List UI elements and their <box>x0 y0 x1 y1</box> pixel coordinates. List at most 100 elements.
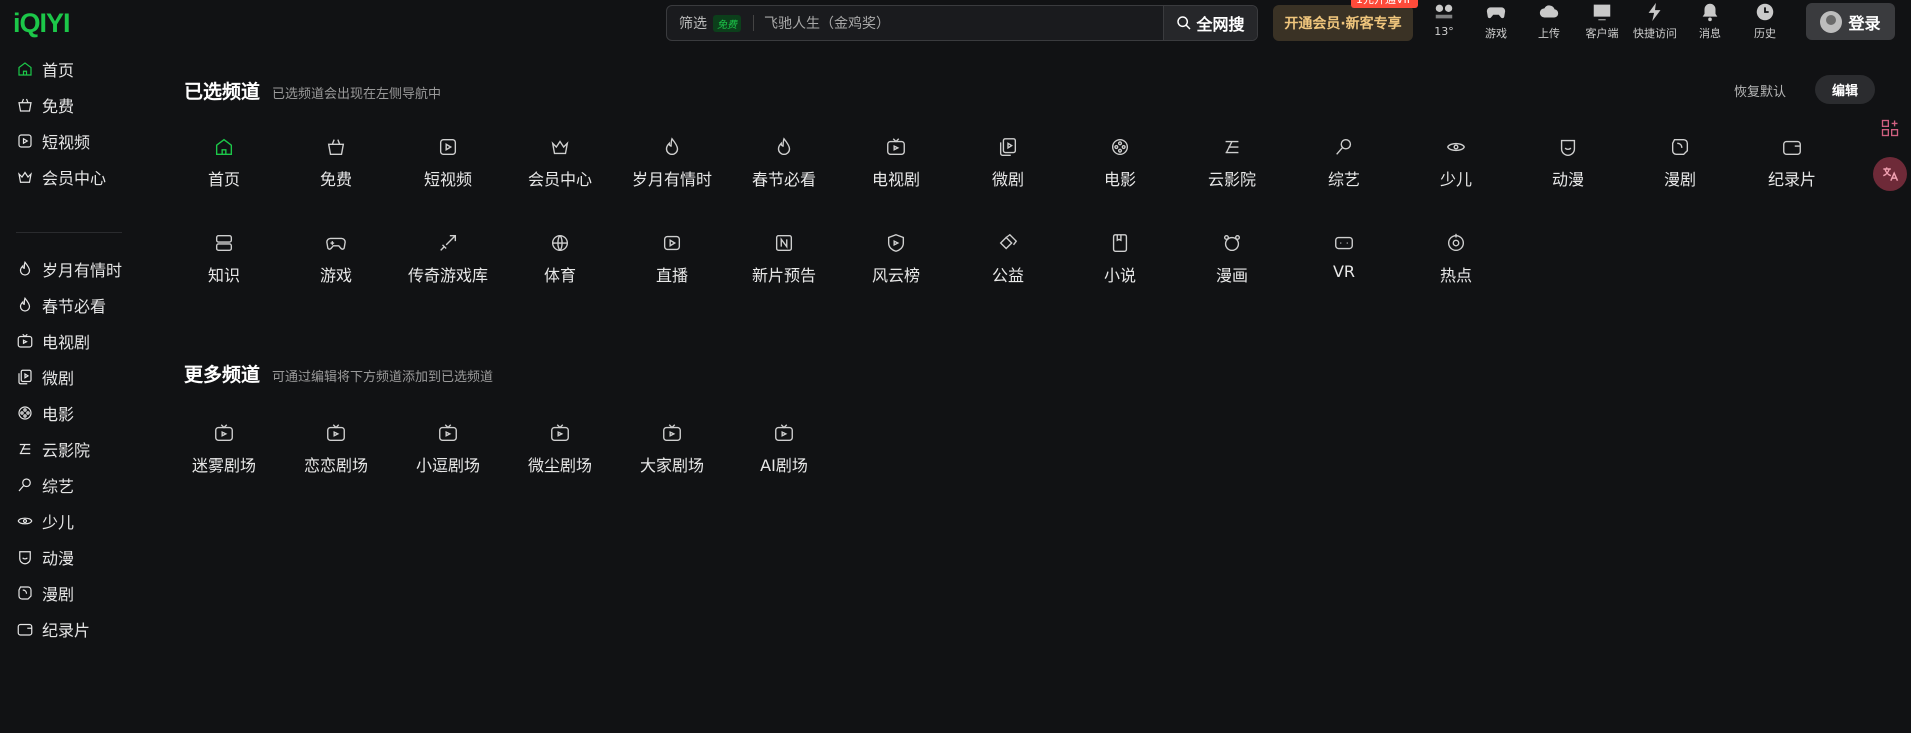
sidebar-item-label: 春节必看 <box>42 297 107 316</box>
edit-button[interactable]: 编辑 <box>1815 75 1875 104</box>
selected-channel-25[interactable]: VR <box>1288 224 1400 294</box>
search-button[interactable]: 全网搜 <box>1163 6 1257 40</box>
play-square-icon <box>439 138 457 156</box>
microphone-icon <box>18 478 31 492</box>
selected-channel-0[interactable]: 首页 <box>168 128 280 198</box>
channel-label: 漫画 <box>1215 266 1248 285</box>
messages-button[interactable]: 消息 <box>1688 1 1732 41</box>
free-tag: 免费 <box>713 14 741 32</box>
selected-channel-16[interactable]: 游戏 <box>280 224 392 294</box>
selected-channel-15[interactable]: 知识 <box>168 224 280 294</box>
channel-label: 大家剧场 <box>639 456 704 475</box>
sidebar-item-variety[interactable]: 综艺 <box>16 470 74 500</box>
download-icon <box>1593 4 1611 21</box>
games-button[interactable]: 游戏 <box>1474 1 1518 41</box>
login-label: 登录 <box>1848 13 1881 33</box>
sidebar-item-documentary[interactable]: 纪录片 <box>16 614 90 644</box>
channel-label: 直播 <box>655 266 688 285</box>
channel-label: 微尘剧场 <box>527 456 592 475</box>
sidebar-item-short-video[interactable]: 短视频 <box>16 126 90 156</box>
selected-channel-20[interactable]: 新片预告 <box>728 224 840 294</box>
sword-icon <box>440 234 457 251</box>
tv-icon <box>439 424 457 442</box>
selected-channel-10[interactable]: 综艺 <box>1288 128 1400 198</box>
client-download-button[interactable]: 客户端 <box>1580 1 1624 41</box>
channel-label: 热点 <box>1439 266 1472 285</box>
more-channel-0[interactable]: 迷雾剧场 <box>168 414 280 484</box>
login-button[interactable]: 登录 <box>1806 3 1895 40</box>
channel-label: 春节必看 <box>751 170 816 189</box>
more-channel-3[interactable]: 微尘剧场 <box>504 414 616 484</box>
sidebar-item-label: 云影院 <box>42 441 91 460</box>
microphone-icon <box>1336 138 1352 155</box>
sidebar-item-spring[interactable]: 春节必看 <box>16 290 106 320</box>
gamepad-icon <box>326 237 346 250</box>
selected-channel-7[interactable]: 微剧 <box>952 128 1064 198</box>
selected-channel-12[interactable]: 动漫 <box>1512 128 1624 198</box>
clock-icon <box>1756 3 1774 21</box>
bear-icon <box>1223 234 1241 252</box>
selected-channel-18[interactable]: 体育 <box>504 224 616 294</box>
selected-channel-8[interactable]: 电影 <box>1064 128 1176 198</box>
selected-channel-11[interactable]: 少儿 <box>1400 128 1512 198</box>
tv-icon <box>327 424 345 442</box>
tv-icon <box>775 424 793 442</box>
sidebar-item-vip-center[interactable]: 会员中心 <box>16 162 106 192</box>
sidebar-item-free[interactable]: 免费 <box>16 90 74 120</box>
weather-button[interactable]: 13° <box>1422 1 1466 38</box>
selected-channel-1[interactable]: 免费 <box>280 128 392 198</box>
sidebar-item-comic-drama[interactable]: 漫剧 <box>16 578 74 608</box>
upload-button[interactable]: 上传 <box>1527 1 1571 41</box>
filter-button[interactable]: 筛选 <box>679 13 707 33</box>
sidebar-item-label: 综艺 <box>42 477 75 496</box>
selected-channel-19[interactable]: 直播 <box>616 224 728 294</box>
sidebar-item-cloud-cinema[interactable]: 云影院 <box>16 434 90 464</box>
search-button-label: 全网搜 <box>1196 15 1245 34</box>
selected-channel-24[interactable]: 漫画 <box>1176 224 1288 294</box>
selected-channel-23[interactable]: 小说 <box>1064 224 1176 294</box>
more-channel-4[interactable]: 大家剧场 <box>616 414 728 484</box>
selected-channel-17[interactable]: 传奇游戏库 <box>392 224 504 294</box>
selected-channel-13[interactable]: 漫剧 <box>1624 128 1736 198</box>
selected-channel-5[interactable]: 春节必看 <box>728 128 840 198</box>
selected-channel-6[interactable]: 电视剧 <box>840 128 952 198</box>
more-channel-5[interactable]: AI剧场 <box>728 414 840 484</box>
sidebar-item-kids[interactable]: 少儿 <box>16 506 74 536</box>
lightning-icon <box>1648 2 1661 22</box>
selected-channel-26[interactable]: 热点 <box>1400 224 1512 294</box>
selected-channel-22[interactable]: 公益 <box>952 224 1064 294</box>
history-button[interactable]: 历史 <box>1743 1 1787 41</box>
sidebar-item-movie[interactable]: 电影 <box>16 398 74 428</box>
more-channels-title: 更多频道 <box>184 364 261 386</box>
selected-channel-21[interactable]: 风云榜 <box>840 224 952 294</box>
sidebar-item-anime[interactable]: 动漫 <box>16 542 74 572</box>
search-input[interactable]: 飞驰人生（金鸡奖） <box>764 13 1163 33</box>
games-label: 游戏 <box>1485 27 1507 40</box>
more-channel-2[interactable]: 小逗剧场 <box>392 414 504 484</box>
selected-channel-2[interactable]: 短视频 <box>392 128 504 198</box>
sidebar-item-tv[interactable]: 电视剧 <box>16 326 90 356</box>
channel-label: VR <box>1332 262 1356 281</box>
more-channel-1[interactable]: 恋恋剧场 <box>280 414 392 484</box>
crown-icon <box>18 171 32 183</box>
selected-channel-9[interactable]: 云影院 <box>1176 128 1288 198</box>
selected-channel-14[interactable]: 纪录片 <box>1736 128 1848 198</box>
iqiyi-logo[interactable]: iQIYI <box>13 9 81 37</box>
customize-float-button[interactable] <box>1873 111 1907 145</box>
new-badge-icon <box>775 234 793 252</box>
sidebar-item-suiyue[interactable]: 岁月有情时 <box>16 254 122 284</box>
channel-label: 游戏 <box>319 266 352 285</box>
camera-icon <box>17 623 33 636</box>
selected-channel-4[interactable]: 岁月有情时 <box>616 128 728 198</box>
sidebar-item-label: 电影 <box>42 405 75 424</box>
messages-label: 消息 <box>1699 27 1721 40</box>
quick-access-button[interactable]: 快捷访问 <box>1633 1 1677 41</box>
sidebar-item-label: 纪录片 <box>42 621 91 640</box>
channel-label: 岁月有情时 <box>631 170 712 189</box>
sidebar-item-micro-drama[interactable]: 微剧 <box>16 362 74 392</box>
vip-open-button[interactable]: 开通会员·新客专享 <box>1273 5 1413 41</box>
selected-channel-3[interactable]: 会员中心 <box>504 128 616 198</box>
restore-default-button[interactable]: 恢复默认 <box>1734 81 1786 100</box>
sidebar-item-home[interactable]: 首页 <box>16 54 74 84</box>
translate-float-button[interactable] <box>1873 157 1907 191</box>
